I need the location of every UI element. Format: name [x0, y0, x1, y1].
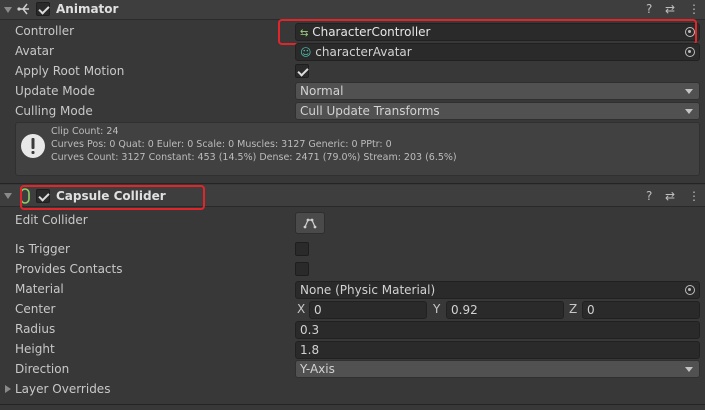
bottom-separator — [0, 404, 705, 405]
center-z-label: Z — [569, 302, 578, 316]
center-x-field[interactable]: 0 — [309, 301, 427, 319]
center-y-label: Y — [433, 302, 441, 316]
animator-header[interactable]: Animator ? ⇄ ⋮ — [0, 0, 705, 20]
center-y-value: 0.92 — [451, 303, 478, 317]
controller-label: Controller — [15, 24, 75, 38]
center-z-value: 0 — [587, 303, 595, 317]
layer-overrides-label[interactable]: Layer Overrides — [15, 382, 110, 396]
context-menu-icon[interactable]: ⋮ — [688, 189, 700, 203]
animator-foldout-icon[interactable] — [4, 7, 12, 13]
apply-root-motion-label: Apply Root Motion — [15, 64, 125, 78]
capsule-highlight — [20, 185, 205, 210]
apply-root-motion-checkbox[interactable] — [295, 64, 309, 78]
chevron-down-icon — [685, 367, 693, 372]
help-icon[interactable]: ? — [646, 189, 652, 203]
info-curves-count: Curves Count: 3127 Constant: 453 (14.5%)… — [51, 152, 457, 163]
animator-enabled-checkbox[interactable] — [36, 2, 50, 16]
chevron-down-icon — [685, 109, 693, 114]
component-separator — [0, 183, 705, 184]
direction-value: Y-Axis — [300, 362, 335, 376]
update-mode-value: Normal — [300, 84, 344, 98]
context-menu-icon[interactable]: ⋮ — [688, 2, 700, 16]
center-z-field[interactable]: 0 — [582, 301, 700, 319]
center-y-field[interactable]: 0.92 — [446, 301, 564, 319]
animator-title: Animator — [56, 2, 119, 16]
edit-collider-label: Edit Collider — [15, 213, 88, 227]
radius-field[interactable]: 0.3 — [295, 321, 700, 339]
culling-mode-value: Cull Update Transforms — [300, 104, 440, 118]
edit-collider-button[interactable] — [295, 212, 325, 234]
avatar-field[interactable]: ☺ characterAvatar — [295, 43, 700, 61]
avatar-picker-icon[interactable] — [685, 47, 695, 57]
help-icon[interactable]: ? — [646, 2, 652, 16]
material-field[interactable]: None (Physic Material) — [295, 281, 700, 299]
presets-icon[interactable]: ⇄ — [665, 2, 675, 16]
info-curves-pos: Curves Pos: 0 Quat: 0 Euler: 0 Scale: 0 … — [51, 139, 392, 150]
avatar-icon: ☺ — [300, 46, 312, 59]
provides-contacts-label: Provides Contacts — [15, 262, 123, 276]
warning-icon — [21, 134, 45, 158]
layer-overrides-foldout-icon[interactable] — [5, 385, 11, 393]
edit-collider-icon — [303, 218, 317, 229]
avatar-label: Avatar — [15, 44, 54, 58]
radius-value: 0.3 — [300, 323, 320, 337]
presets-icon[interactable]: ⇄ — [665, 189, 675, 203]
material-value: None (Physic Material) — [300, 283, 436, 297]
culling-mode-dropdown[interactable]: Cull Update Transforms — [295, 102, 700, 120]
direction-dropdown[interactable]: Y-Axis — [295, 360, 700, 378]
height-field[interactable]: 1.8 — [295, 341, 700, 359]
height-label: Height — [15, 342, 55, 356]
material-label: Material — [15, 282, 64, 296]
provides-contacts-checkbox[interactable] — [295, 262, 309, 276]
controller-highlight — [278, 19, 697, 45]
center-label: Center — [15, 302, 56, 316]
is-trigger-label: Is Trigger — [15, 242, 70, 256]
direction-label: Direction — [15, 362, 70, 376]
avatar-value: characterAvatar — [315, 45, 412, 59]
culling-mode-label: Culling Mode — [15, 104, 93, 118]
chevron-down-icon — [685, 89, 693, 94]
center-x-value: 0 — [314, 303, 322, 317]
update-mode-dropdown[interactable]: Normal — [295, 82, 700, 100]
center-x-label: X — [297, 302, 306, 316]
radius-label: Radius — [15, 322, 56, 336]
capsule-foldout-icon[interactable] — [4, 193, 12, 199]
is-trigger-checkbox[interactable] — [295, 242, 309, 256]
material-picker-icon[interactable] — [685, 285, 695, 295]
update-mode-label: Update Mode — [15, 84, 95, 98]
animator-info-box: Clip Count: 24 Curves Pos: 0 Quat: 0 Eul… — [15, 122, 700, 176]
info-clip-count: Clip Count: 24 — [51, 126, 119, 137]
animator-component-icon — [17, 3, 29, 15]
height-value: 1.8 — [300, 343, 320, 357]
